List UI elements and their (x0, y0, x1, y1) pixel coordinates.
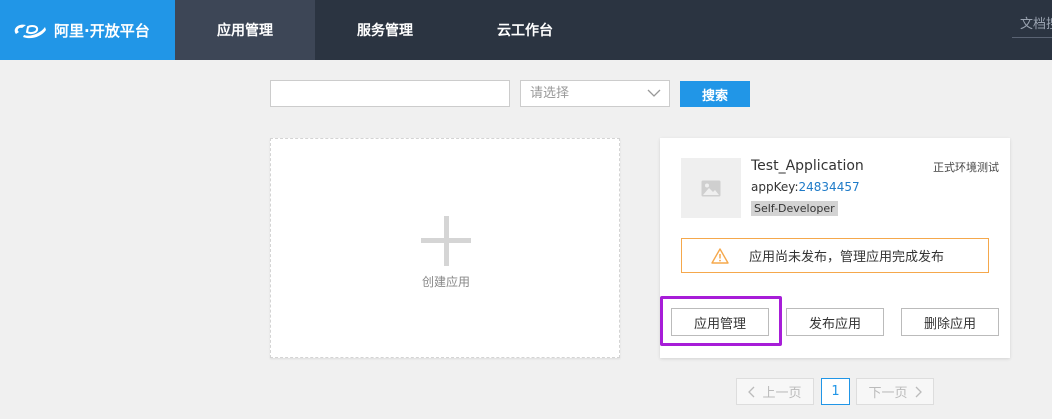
nav-cloud-workbench[interactable]: 云工作台 (455, 0, 595, 60)
next-page-button[interactable]: 下一页 (856, 378, 934, 405)
nav-service-management[interactable]: 服务管理 (315, 0, 455, 60)
warning-icon (711, 247, 729, 264)
top-navigation-bar: 阿里·开放平台 应用管理 服务管理 云工作台 文档搜索 (0, 0, 1052, 60)
logo-text: 阿里·开放平台 (54, 21, 150, 40)
alibaba-logo-icon (14, 24, 46, 39)
create-app-label: 创建应用 (421, 275, 470, 289)
app-name[interactable]: Test_Application (751, 158, 864, 174)
delete-app-button[interactable]: 删除应用 (901, 308, 999, 336)
nav-app-management[interactable]: 应用管理 (175, 0, 315, 60)
prev-page-label: 上一页 (762, 386, 802, 401)
app-thumbnail (681, 158, 741, 218)
doc-search-input[interactable]: 文档搜索 (1012, 12, 1052, 38)
publish-app-button[interactable]: 发布应用 (786, 308, 884, 336)
environment-label: 正式环境测试 (933, 161, 999, 174)
manage-app-button[interactable]: 应用管理 (671, 308, 769, 336)
chevron-down-icon (647, 89, 661, 97)
app-card: Test_Application appKey:24834457 Self-De… (660, 138, 1010, 358)
search-button[interactable]: 搜索 (680, 81, 750, 107)
select-placeholder: 请选择 (530, 86, 570, 101)
chevron-left-icon (748, 386, 755, 397)
prev-page-button[interactable]: 上一页 (736, 378, 814, 405)
plus-icon (421, 216, 471, 266)
page-number-1[interactable]: 1 (821, 378, 850, 405)
developer-badge: Self-Developer (751, 201, 838, 216)
status-select[interactable]: 请选择 (520, 80, 670, 107)
create-app-card[interactable]: 创建应用 (270, 138, 620, 358)
chevron-right-icon (915, 386, 922, 397)
warning-text: 应用尚未发布，管理应用完成发布 (749, 250, 945, 265)
image-placeholder-icon (701, 180, 721, 196)
app-key-value: 24834457 (798, 180, 860, 194)
next-page-label: 下一页 (868, 386, 908, 401)
app-key-label: appKey: (751, 180, 799, 194)
app-key: appKey:24834457 (751, 180, 860, 194)
unpublished-warning: 应用尚未发布，管理应用完成发布 (681, 238, 989, 273)
logo[interactable]: 阿里·开放平台 (0, 0, 175, 60)
search-input[interactable] (270, 80, 510, 107)
